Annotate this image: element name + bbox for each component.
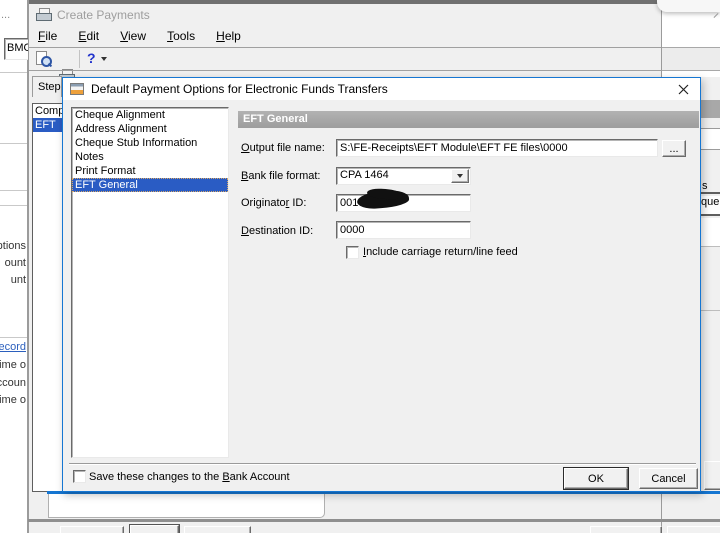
steps-list: Comp EFT [32,103,65,492]
cancel-button[interactable]: Cancel [639,468,698,489]
toolbar-separator [79,50,80,68]
divider [701,192,720,194]
crlf-checkbox-label: Include carriage return/line feed [363,246,518,258]
floating-card [657,0,720,12]
divider [701,310,720,311]
window-titlebar[interactable]: Create Payments [29,4,661,26]
background-panel-corner [48,494,325,518]
listbox-item[interactable]: Notes [72,150,228,164]
printer-body [36,13,52,21]
bank-format-label: Bank file format: [241,170,321,182]
status-divider [28,519,720,522]
bank-format-value: CPA 1464 [340,169,389,181]
clipped-text: ptions [0,240,26,252]
save-to-bank-label: Save these changes to the Bank Account [89,471,290,483]
divider [0,72,27,73]
clipped-text: ime o [0,359,26,371]
step-tab[interactable]: Step [32,76,62,97]
crlf-checkbox[interactable] [346,246,359,259]
divider [29,70,661,71]
clipped-button[interactable]: que [701,196,720,214]
destination-id-label: Destination ID: [241,225,314,237]
output-file-label: Output file name: [241,142,325,154]
output-file-input[interactable] [336,139,658,157]
clipped-text: ime o [0,394,26,406]
printer-icon [36,8,52,21]
close-icon[interactable] [673,81,693,98]
divider [0,337,27,338]
toolbar: ? [29,48,661,82]
clipped-text: ount [4,257,26,269]
ok-button[interactable]: OK [563,467,629,490]
divider [69,463,696,465]
divider [0,143,27,144]
clipped-button[interactable] [60,526,124,533]
options-listbox: Cheque Alignment Address Alignment Chequ… [71,107,229,458]
menu-file[interactable]: File [29,26,66,47]
divider [0,190,27,191]
clipped-button[interactable] [590,526,662,533]
bg-band [662,48,720,70]
browse-button[interactable]: ... [662,140,686,157]
step-tab-label: Step [38,81,61,93]
divider [701,214,720,216]
dialog-titlebar[interactable]: Default Payment Options for Electronic F… [63,78,700,100]
caret-down-icon [457,174,463,178]
chevron-down-icon[interactable] [101,57,107,61]
clipped-button[interactable] [667,526,720,533]
record-link[interactable]: ecord [0,341,26,353]
menu-bar: File Edit View Tools Help [29,26,661,47]
screen: ... BMO ptions ount unt ecord ime o ccou… [0,0,720,533]
bg-white-row [701,128,720,150]
form-icon [70,83,84,95]
help-icon[interactable]: ? [87,50,96,66]
clipped-text: unt [10,274,26,286]
clipped-button[interactable] [704,461,720,490]
list-item[interactable]: Comp [33,104,64,118]
background-left-window: ... BMO ptions ount unt ecord ime o ccou… [0,0,38,533]
listbox-item[interactable]: Cheque Stub Information [72,136,228,150]
left-dots-text: ... [1,9,11,21]
listbox-item-selected[interactable]: EFT General [72,178,228,192]
section-header: EFT General [238,111,699,128]
menu-view[interactable]: View [111,26,155,47]
clipped-text: ccoun [0,377,26,389]
listbox-item[interactable]: Print Format [72,164,228,178]
window-title: Create Payments [57,8,150,22]
combobox-dropdown-button[interactable] [451,169,469,183]
menu-edit[interactable]: Edit [69,26,108,47]
listbox-item[interactable]: Address Alignment [72,122,228,136]
originator-id-label: Originator ID: [241,197,307,209]
save-to-bank-checkbox[interactable] [73,470,86,483]
destination-id-input[interactable] [336,221,471,239]
print-preview-icon[interactable] [35,51,53,68]
clipped-link[interactable]: ecord [0,341,26,353]
menu-tools[interactable]: Tools [158,26,204,47]
bank-format-combobox[interactable]: CPA 1464 [336,167,471,185]
clipped-text: s [702,180,708,192]
clipped-button-label: que [701,196,720,208]
clipped-button[interactable] [184,526,251,533]
divider [0,205,27,206]
menu-help[interactable]: Help [207,26,250,47]
background-right-strip: s que [701,77,720,520]
clipped-button[interactable] [129,524,180,533]
listbox-item[interactable]: Cheque Alignment [72,108,228,122]
eft-options-dialog: Default Payment Options for Electronic F… [62,77,701,492]
list-item-selected[interactable]: EFT [33,118,64,132]
bg-gray-bar [701,100,720,118]
dialog-title: Default Payment Options for Electronic F… [91,82,388,96]
bg-white-row [701,218,720,247]
